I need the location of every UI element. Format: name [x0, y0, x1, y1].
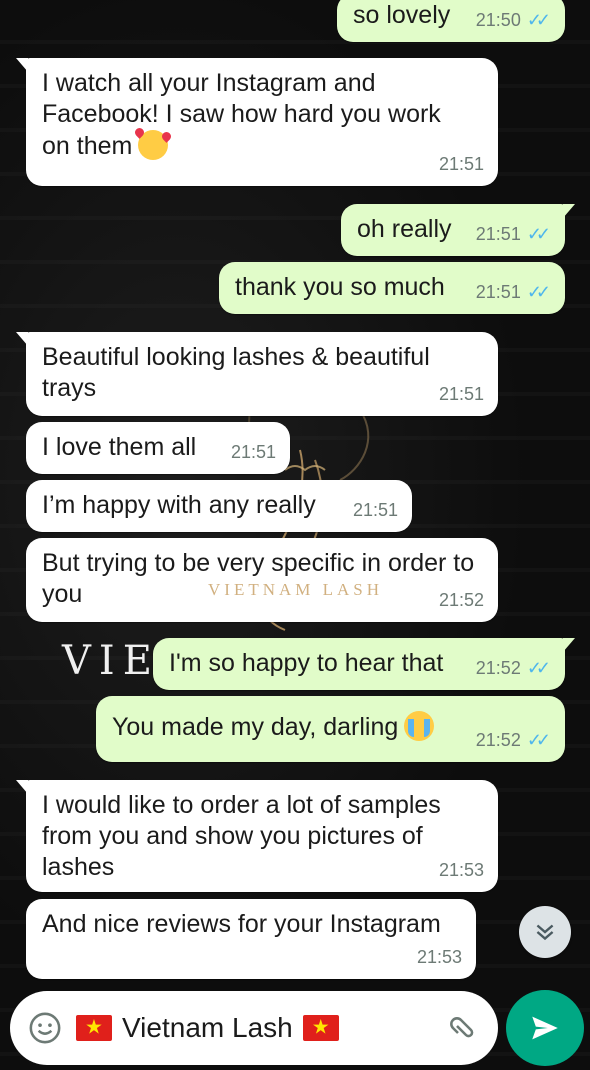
message-meta: 21:51 ✓✓	[476, 277, 551, 308]
message-outgoing[interactable]: thank you so much 21:51 ✓✓	[219, 262, 565, 314]
message-text: I watch all your Instagram and Facebook!…	[42, 69, 441, 160]
message-text: I love them all	[42, 433, 197, 461]
message-time: 21:53	[438, 860, 484, 880]
watermark-tagline: VIETNAM LASH	[208, 580, 384, 599]
read-receipt-icon: ✓✓	[526, 730, 551, 750]
message-time: 21:51	[352, 500, 398, 520]
attach-icon[interactable]	[439, 1004, 487, 1052]
message-outgoing[interactable]: You made my day, darling 21:52 ✓✓	[96, 696, 565, 762]
scroll-to-bottom-button[interactable]	[519, 906, 571, 958]
read-receipt-icon: ✓✓	[526, 282, 551, 302]
message-input-text: Vietnam Lash	[122, 1012, 293, 1043]
message-meta: 21:52 ✓✓	[476, 725, 551, 756]
message-meta: 21:51	[439, 149, 484, 180]
message-input[interactable]: ★ Vietnam Lash ★	[76, 1012, 446, 1044]
message-composer[interactable]: ★ Vietnam Lash ★	[10, 991, 498, 1065]
read-receipt-icon: ✓✓	[526, 658, 551, 678]
message-time: 21:51	[438, 384, 484, 404]
message-time: 21:53	[416, 947, 462, 967]
message-meta: 21:51	[231, 437, 276, 468]
message-time: 21:50	[475, 10, 521, 30]
message-meta: 21:52	[439, 585, 484, 616]
message-incoming[interactable]: I’m happy with any really 21:51	[26, 480, 412, 532]
message-time: 21:51	[475, 224, 521, 244]
message-text: You made my day, darling	[112, 713, 399, 741]
loudly-crying-face-icon	[404, 711, 435, 741]
message-time: 21:51	[230, 442, 276, 462]
message-text: And nice reviews for your Instagram	[42, 910, 441, 938]
message-text: thank you so much	[235, 273, 445, 301]
message-time: 21:52	[475, 730, 521, 750]
message-meta: 21:51	[439, 379, 484, 410]
message-meta: 21:51 ✓✓	[476, 219, 551, 250]
send-icon	[532, 1016, 558, 1040]
read-receipt-icon: ✓✓	[526, 10, 551, 30]
message-time: 21:51	[438, 154, 484, 174]
message-time: 21:52	[438, 590, 484, 610]
message-text: so lovely	[353, 1, 451, 29]
message-meta: 21:51	[353, 495, 398, 526]
message-meta: 21:53	[417, 942, 462, 973]
message-meta: 21:50 ✓✓	[476, 5, 551, 36]
send-button[interactable]	[506, 990, 584, 1066]
message-time: 21:51	[475, 282, 521, 302]
message-text: oh really	[357, 215, 452, 243]
double-chevron-down-icon	[536, 924, 554, 941]
message-text: I'm so happy to hear that	[169, 649, 444, 677]
message-meta: 21:53	[439, 855, 484, 886]
message-meta: 21:52 ✓✓	[476, 653, 551, 684]
message-outgoing[interactable]: oh really 21:51 ✓✓	[341, 204, 575, 256]
message-text: I’m happy with any really	[42, 491, 316, 519]
message-time: 21:52	[475, 658, 521, 678]
watermark-brand: VIE	[62, 638, 160, 684]
smiling-face-with-hearts-icon	[138, 130, 169, 160]
read-receipt-icon: ✓✓	[526, 224, 551, 244]
message-outgoing[interactable]: so lovely 21:50 ✓✓	[337, 0, 565, 42]
message-incoming[interactable]: Beautiful looking lashes & beautiful tra…	[16, 332, 498, 416]
vietnam-flag-icon: ★	[76, 1015, 112, 1041]
message-incoming[interactable]: And nice reviews for your Instagram 21:5…	[26, 899, 476, 979]
vietnam-flag-icon: ★	[302, 1015, 339, 1041]
message-text: I would like to order a lot of samples f…	[42, 791, 441, 881]
message-text: Beautiful looking lashes & beautiful tra…	[42, 343, 430, 402]
emoji-icon[interactable]	[28, 1011, 62, 1045]
message-incoming[interactable]: I watch all your Instagram and Facebook!…	[16, 58, 498, 186]
message-incoming[interactable]: I would like to order a lot of samples f…	[16, 780, 498, 892]
message-outgoing[interactable]: I'm so happy to hear that 21:52 ✓✓	[153, 638, 575, 690]
message-incoming[interactable]: I love them all 21:51	[26, 422, 290, 474]
